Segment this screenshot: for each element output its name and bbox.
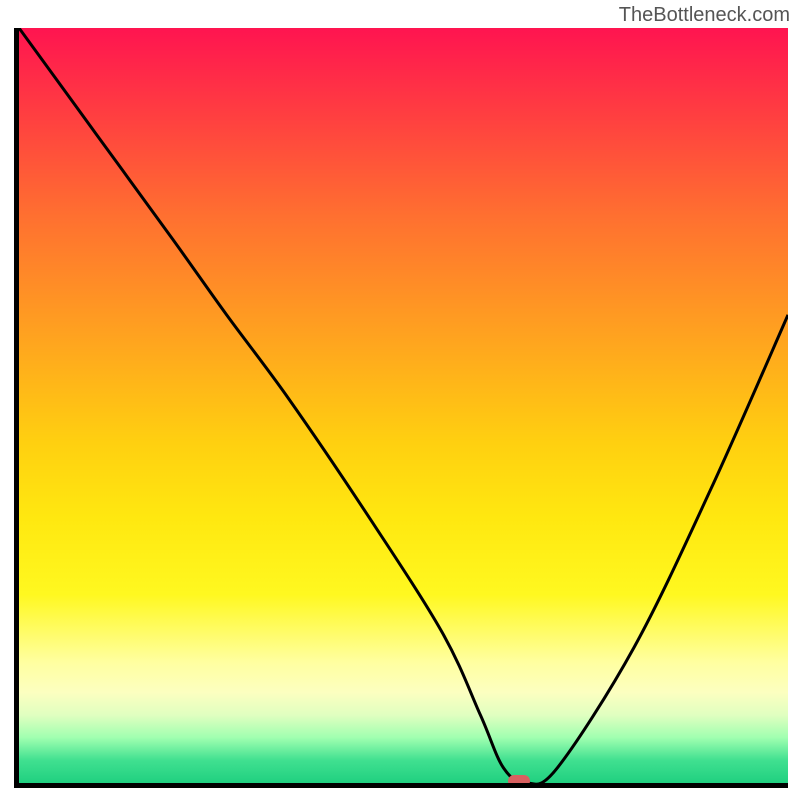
- optimal-marker: [508, 775, 530, 787]
- chart-container: TheBottleneck.com: [0, 0, 800, 800]
- bottleneck-curve-svg: [19, 28, 788, 783]
- bottleneck-curve-path: [19, 28, 788, 783]
- watermark-text: TheBottleneck.com: [619, 4, 790, 27]
- chart-plot-area: [14, 28, 788, 788]
